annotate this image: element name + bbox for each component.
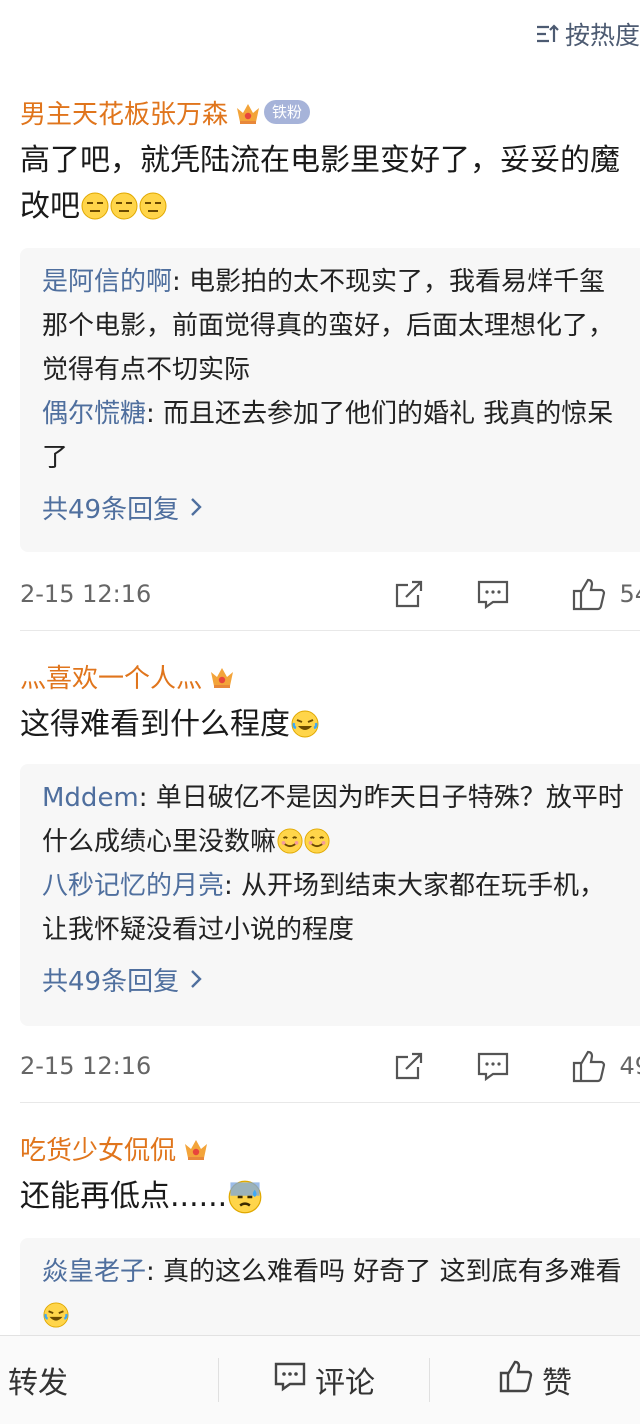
smile-emoji-icon bbox=[304, 828, 330, 854]
comment-icon[interactable] bbox=[476, 577, 510, 611]
chevron-right-icon bbox=[189, 960, 203, 1004]
like-count: 54 bbox=[619, 580, 640, 608]
chevron-right-icon bbox=[189, 488, 203, 532]
sort-toggle[interactable]: 按热度 bbox=[535, 14, 640, 54]
comment-username[interactable]: 男主天花板张万森 bbox=[20, 94, 228, 131]
fan-badge: 铁粉 bbox=[264, 100, 311, 124]
timestamp: 2-15 12:16 bbox=[20, 1052, 152, 1080]
reply-text: : 真的这么难看吗 好奇了 这到底有多难看 bbox=[146, 1257, 622, 1287]
timestamp: 2-15 12:16 bbox=[20, 580, 152, 608]
reply-box[interactable]: Mddem: 单日破亿不是因为昨天日子特殊？放平时什么成绩心里没数嘛 八秒记忆的… bbox=[20, 764, 640, 1026]
comment-text: 还能再低点...... bbox=[20, 1174, 620, 1220]
squint-emoji-icon bbox=[139, 192, 167, 220]
sort-label: 按热度 bbox=[564, 21, 640, 50]
crown-icon bbox=[208, 662, 236, 690]
share-icon[interactable] bbox=[392, 577, 426, 611]
comment-icon[interactable] bbox=[476, 1049, 510, 1083]
like-count: 49 bbox=[619, 1052, 640, 1080]
comment-1: 男主天花板张万森 铁粉 高了吧，就凭陆流在电影里变好了，妥妥的魔改吧 bbox=[0, 92, 640, 230]
bottom-action-bar: 转发 评论 赞 bbox=[0, 1335, 640, 1424]
comment-text: 这得难看到什么程度 bbox=[20, 702, 620, 748]
more-replies-link[interactable]: 共49条回复 bbox=[42, 488, 626, 532]
reply-item[interactable]: Mddem: 单日破亿不是因为昨天日子特殊？放平时什么成绩心里没数嘛 bbox=[42, 776, 626, 864]
repost-label: 转发 bbox=[8, 1366, 68, 1401]
reply-author[interactable]: 是阿信的啊 bbox=[42, 267, 172, 297]
reply-item[interactable]: 偶尔慌糖: 而且还去参加了他们的婚礼 我真的惊呆了 bbox=[42, 392, 626, 480]
thumbs-up-icon bbox=[571, 576, 607, 612]
squint-emoji-icon bbox=[81, 192, 109, 220]
comment-username[interactable]: 吃货少女侃侃 bbox=[20, 1130, 176, 1167]
comment-text: 高了吧，就凭陆流在电影里变好了，妥妥的魔改吧 bbox=[20, 143, 620, 224]
reply-item[interactable]: 是阿信的啊: 电影拍的太不现实了，我看易烊千玺那个电影，前面觉得真的蛮好，后面太… bbox=[42, 260, 626, 392]
divider bbox=[20, 630, 640, 631]
crown-icon bbox=[234, 98, 262, 126]
comment-2: 灬喜欢一个人灬 这得难看到什么程度 bbox=[0, 656, 640, 748]
crown-icon bbox=[182, 1134, 210, 1162]
reply-author[interactable]: 八秒记忆的月亮 bbox=[42, 871, 224, 901]
thumbs-up-icon bbox=[498, 1358, 534, 1402]
comment-label: 评论 bbox=[315, 1366, 375, 1401]
laughing-tears-emoji-icon bbox=[291, 710, 319, 738]
comment-icon bbox=[273, 1359, 307, 1401]
comment-meta: 2-15 12:16 54 bbox=[20, 574, 640, 614]
smile-emoji-icon bbox=[277, 828, 303, 854]
sort-icon bbox=[535, 22, 559, 46]
reply-author[interactable]: 焱皇老子 bbox=[42, 1257, 146, 1287]
comment-3: 吃货少女侃侃 还能再低点...... bbox=[0, 1128, 640, 1220]
reply-box[interactable]: 是阿信的啊: 电影拍的太不现实了，我看易烊千玺那个电影，前面觉得真的蛮好，后面太… bbox=[20, 248, 640, 552]
sweat-face-emoji-icon bbox=[228, 1180, 262, 1214]
reply-author[interactable]: Mddem bbox=[42, 783, 139, 813]
comment-button[interactable]: 评论 bbox=[219, 1336, 429, 1424]
like-button[interactable]: 赞 bbox=[430, 1336, 640, 1424]
squint-emoji-icon bbox=[110, 192, 138, 220]
reply-item[interactable]: 焱皇老子: 真的这么难看吗 好奇了 这到底有多难看 bbox=[42, 1250, 626, 1338]
like-button[interactable]: 49 bbox=[571, 1048, 640, 1084]
repost-button[interactable]: 转发 bbox=[0, 1336, 218, 1424]
comment-username[interactable]: 灬喜欢一个人灬 bbox=[20, 658, 202, 695]
laughing-tears-emoji-icon bbox=[43, 1302, 69, 1328]
comment-meta: 2-15 12:16 49 bbox=[20, 1046, 640, 1086]
thumbs-up-icon bbox=[571, 1048, 607, 1084]
like-button[interactable]: 54 bbox=[571, 576, 640, 612]
more-replies-link[interactable]: 共49条回复 bbox=[42, 960, 626, 1004]
reply-item[interactable]: 八秒记忆的月亮: 从开场到结束大家都在玩手机，让我怀疑没看过小说的程度 bbox=[42, 864, 626, 952]
share-icon[interactable] bbox=[392, 1049, 426, 1083]
like-label: 赞 bbox=[542, 1366, 572, 1401]
divider bbox=[20, 1102, 640, 1103]
reply-author[interactable]: 偶尔慌糖 bbox=[42, 399, 146, 429]
